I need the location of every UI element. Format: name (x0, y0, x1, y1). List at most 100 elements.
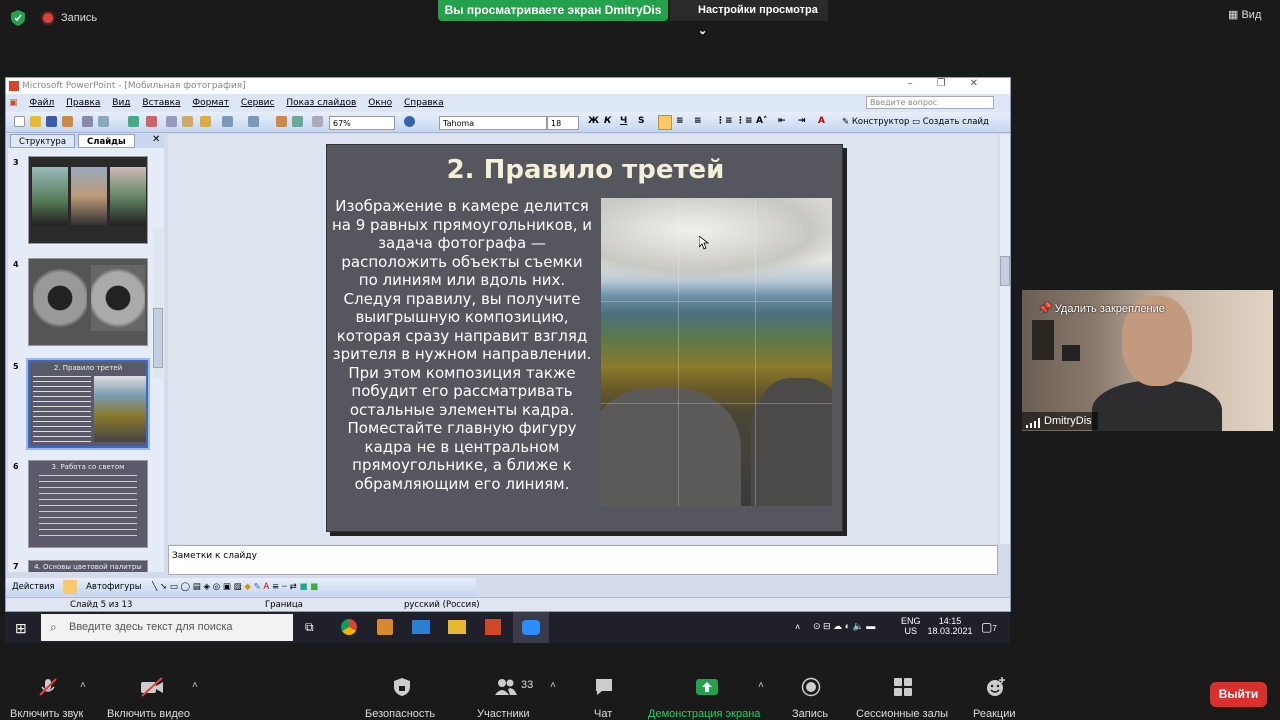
3d-style-icon[interactable]: ■ (310, 582, 318, 592)
tab-slides[interactable]: Слайды (78, 134, 135, 148)
menu-format[interactable]: Формат (192, 98, 229, 108)
participants-chevron-icon[interactable]: ˄ (550, 680, 556, 691)
paste-icon[interactable] (182, 116, 193, 127)
format-painter-icon[interactable] (200, 116, 211, 127)
text-color-icon[interactable]: A (263, 582, 269, 592)
taskbar-search-input[interactable]: ⌕ Введите здесь текст для поиска (41, 614, 293, 641)
help-icon[interactable] (404, 116, 415, 127)
wordart-icon[interactable]: ◈ (204, 582, 211, 592)
unpin-button[interactable]: 📌 Удалить закрепление (1038, 302, 1165, 315)
breakout-rooms-icon[interactable] (893, 677, 913, 697)
participant-video[interactable]: 📌 Удалить закрепление DmitryDis (1022, 290, 1273, 431)
thumbnails-scrollbar[interactable] (153, 228, 163, 378)
landscape-photo[interactable] (601, 198, 832, 506)
chat-label[interactable]: Чат (594, 708, 612, 720)
view-options-button[interactable]: Настройки просмотра ⌄ (670, 0, 828, 37)
tab-outline[interactable]: Структура (10, 134, 76, 148)
chat-icon[interactable] (594, 677, 614, 697)
new-icon[interactable] (14, 116, 25, 127)
share-screen-icon[interactable] (696, 677, 718, 697)
slide-title[interactable]: 2. Правило третей (327, 155, 844, 185)
fill-color-icon[interactable]: ◆ (244, 582, 251, 592)
save-icon[interactable] (46, 116, 57, 127)
slide-body-text[interactable]: Изображение в камере делится на 9 равных… (331, 197, 593, 493)
menu-window[interactable]: Окно (368, 98, 392, 108)
underline-button[interactable]: Ч (620, 116, 627, 126)
diagram-icon[interactable]: ◎ (213, 582, 220, 592)
undo-icon[interactable] (222, 116, 233, 127)
recording-icon[interactable] (41, 11, 55, 25)
menu-help[interactable]: Справка (404, 98, 444, 108)
menu-edit[interactable]: Правка (66, 98, 100, 108)
bullets-button[interactable]: ⋮≡ (736, 116, 753, 126)
slide-scrollbar[interactable] (1000, 134, 1010, 544)
window-controls[interactable]: –❐✕ (908, 78, 1002, 89)
zoom-select[interactable]: 67% (329, 116, 395, 130)
notes-pane[interactable]: Заметки к слайду (168, 545, 998, 575)
share-screen-label[interactable]: Демонстрация экрана (648, 708, 760, 720)
minimize-icon[interactable]: – (908, 78, 937, 89)
grid-toggle-icon[interactable] (312, 116, 323, 127)
record-label[interactable]: Запись (792, 708, 828, 720)
menu-slideshow[interactable]: Показ слайдов (286, 98, 356, 108)
breakout-rooms-label[interactable]: Сессионные залы (856, 708, 948, 720)
decrease-indent-button[interactable]: ⇤ (778, 116, 786, 126)
chart-icon[interactable] (276, 116, 287, 127)
menu-tools[interactable]: Сервис (241, 98, 275, 108)
clock[interactable]: 14:15 18.03.2021 (927, 616, 973, 636)
designer-button[interactable]: ✎ Конструктор (842, 117, 909, 127)
print-icon[interactable] (82, 116, 93, 127)
align-right-button[interactable]: ≡ (694, 116, 702, 126)
doc-icon[interactable]: ▣ (9, 98, 18, 108)
preview-icon[interactable] (98, 116, 109, 127)
microphone-muted-icon[interactable] (38, 677, 58, 697)
record-icon[interactable] (801, 677, 821, 697)
tray-chevron-icon[interactable]: ˄ (795, 622, 800, 632)
leave-button[interactable]: Выйти (1210, 682, 1267, 707)
zoom-taskbar-item[interactable] (513, 612, 549, 643)
new-slide-button[interactable]: ▭ Создать слайд (912, 117, 989, 127)
restore-icon[interactable]: ❐ (937, 78, 970, 89)
slide-thumbnail-6[interactable]: 3. Работа со светом (28, 460, 148, 548)
recording-label[interactable]: Запись (61, 12, 97, 24)
picture-icon[interactable]: ▨ (234, 582, 242, 592)
font-color-button[interactable]: A (818, 116, 825, 126)
arrow-style-icon[interactable]: ⇄ (290, 582, 297, 592)
select-objects-icon[interactable] (63, 579, 78, 594)
dash-style-icon[interactable]: ┄ (282, 582, 287, 592)
encryption-shield-icon[interactable] (11, 10, 25, 26)
security-shield-icon[interactable] (392, 677, 412, 697)
reactions-icon[interactable] (986, 677, 1006, 697)
copy-icon[interactable] (166, 116, 177, 127)
close-icon[interactable]: ✕ (970, 78, 1002, 89)
increase-indent-button[interactable]: ⇥ (798, 116, 806, 126)
open-icon[interactable] (30, 116, 41, 127)
oval-icon[interactable]: ◯ (181, 582, 191, 592)
mail-icon[interactable] (412, 620, 430, 634)
chrome-icon[interactable] (341, 619, 357, 635)
align-center-button[interactable]: ≡ (676, 116, 684, 126)
slide-thumbnail-4[interactable] (28, 258, 148, 346)
ask-question-input[interactable]: Введите вопрос (866, 96, 994, 109)
autoshapes-button[interactable]: Автофигуры (86, 582, 141, 592)
line-icon[interactable]: ╲ (152, 582, 157, 592)
slide-thumbnail-5[interactable]: 2. Правило третей (26, 358, 150, 450)
reactions-label[interactable]: Реакции (973, 708, 1016, 720)
unmute-label[interactable]: Включить звук (10, 708, 83, 720)
arrow-icon[interactable]: ➘ (160, 582, 167, 592)
tray-icons[interactable]: ⊙ ⊟ ☁ ◐ 🔈 ▬ (813, 621, 875, 632)
windows-start-icon[interactable]: ⊞ (15, 620, 27, 637)
start-video-label[interactable]: Включить видео (107, 708, 190, 720)
slide-thumbnail-3[interactable] (28, 156, 148, 244)
slide-thumbnail-7[interactable]: 4. Основы цветовой палитры (28, 560, 148, 572)
store-icon[interactable] (377, 619, 393, 635)
shadow-button[interactable]: S (638, 116, 644, 126)
increase-font-button[interactable]: A˄ (756, 116, 767, 126)
participants-label[interactable]: Участники (477, 708, 530, 720)
video-off-icon[interactable] (140, 677, 164, 697)
cut-icon[interactable] (146, 116, 157, 127)
view-button[interactable]: ▦ Вид (1228, 8, 1261, 21)
clipart-icon[interactable]: ▣ (223, 582, 231, 592)
video-options-chevron-icon[interactable]: ˄ (192, 680, 198, 691)
font-select[interactable]: Tahoma (439, 116, 547, 130)
